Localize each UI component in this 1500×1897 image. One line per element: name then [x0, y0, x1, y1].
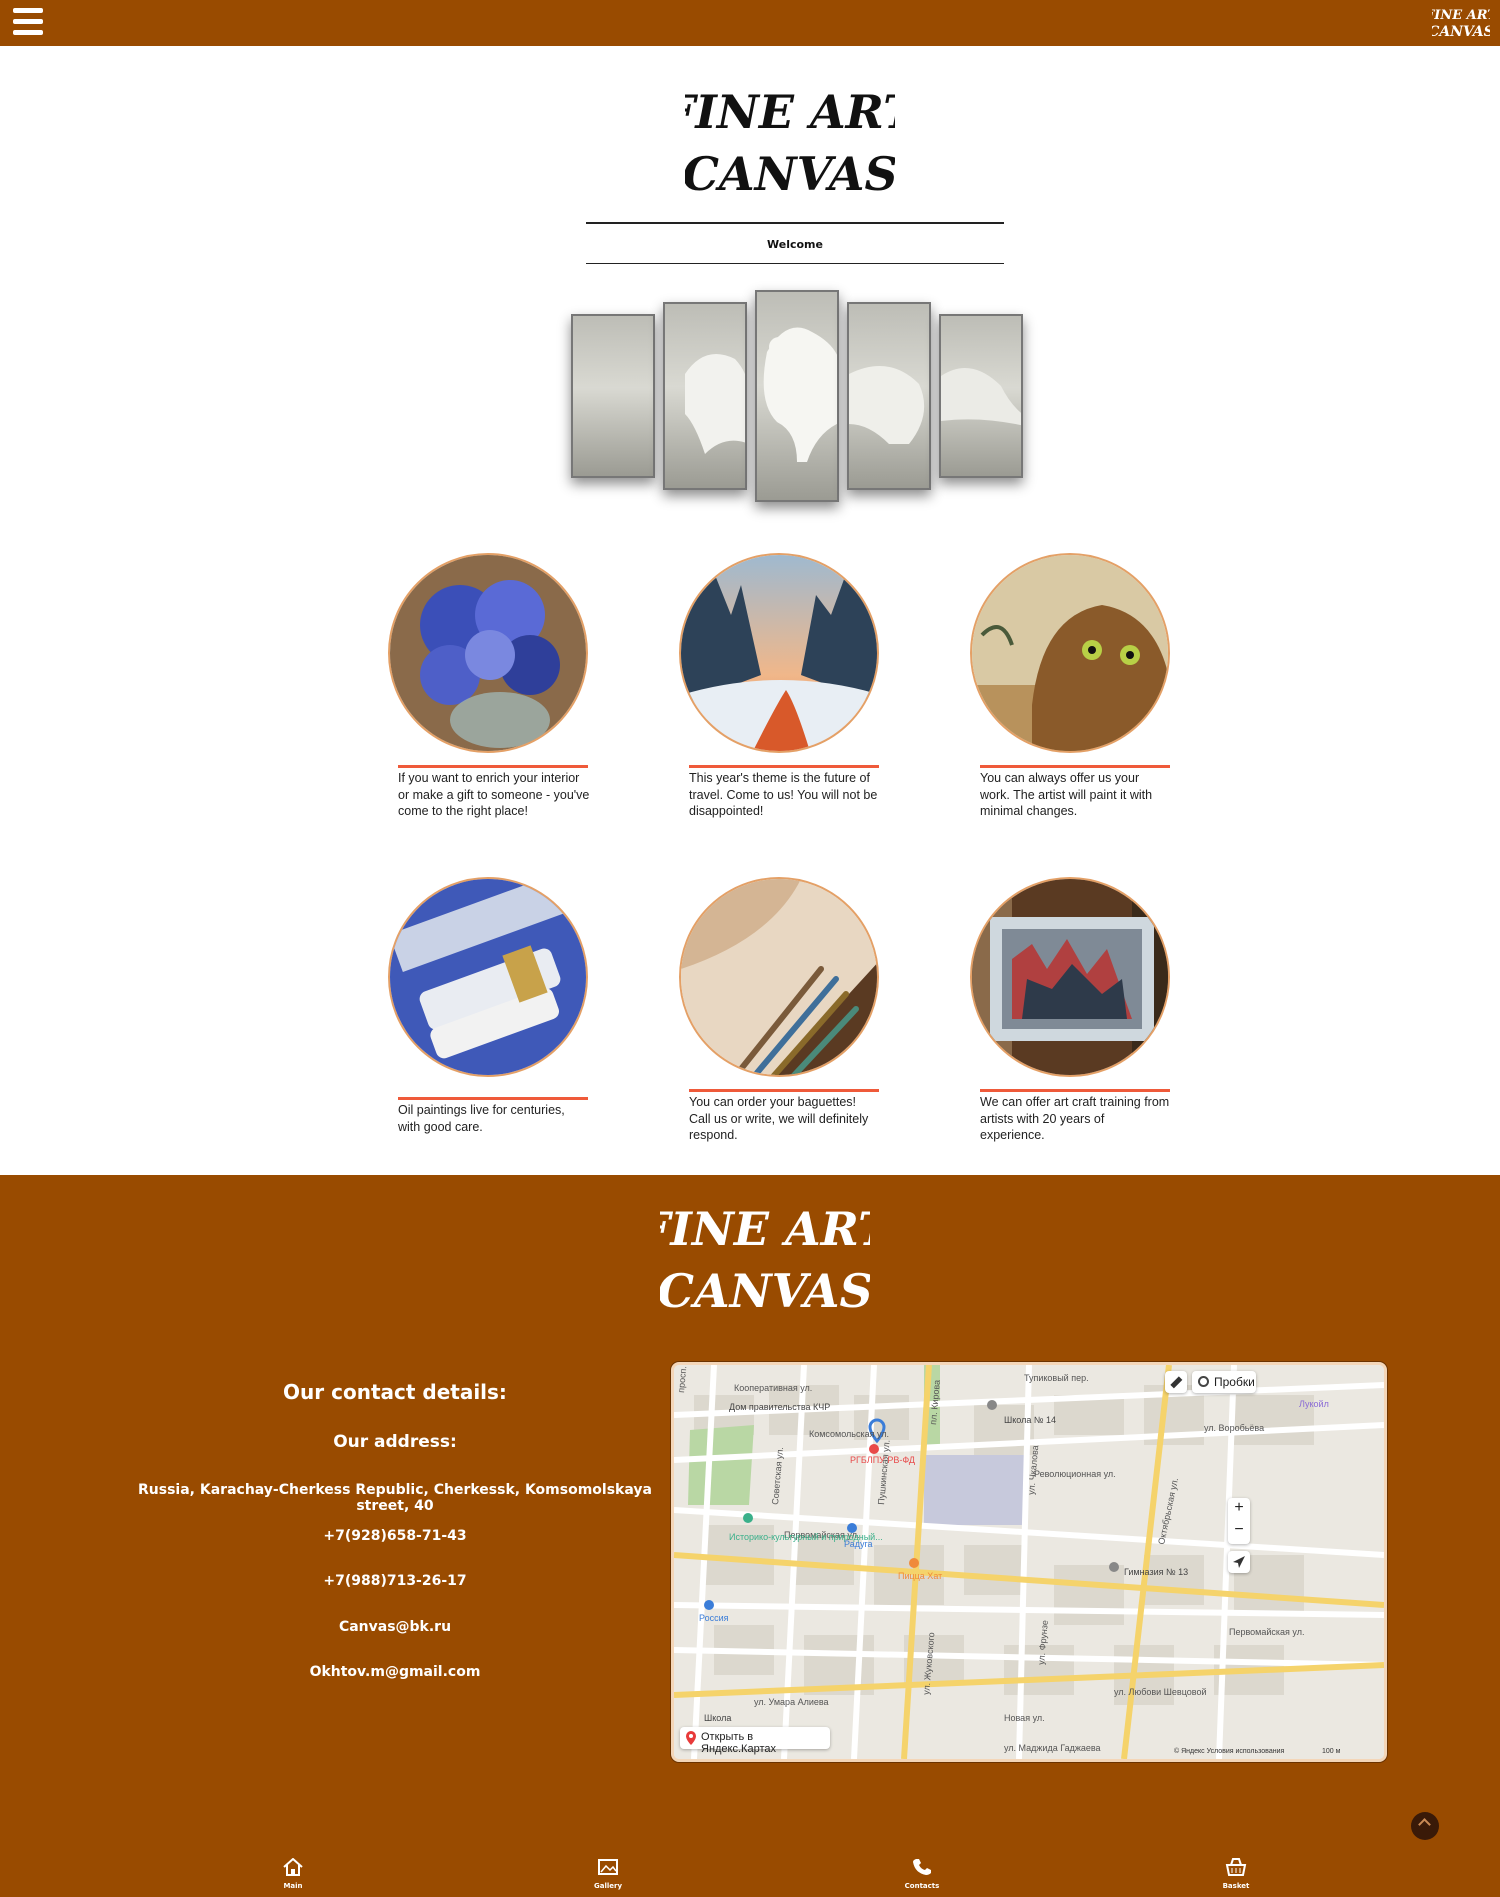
- map-street-label: Первомайская ул.: [1229, 1627, 1304, 1637]
- phone-2[interactable]: +7(988)713-26-17: [110, 1573, 680, 1589]
- email-1[interactable]: Canvas@bk.ru: [110, 1619, 680, 1635]
- nav-label: Basket: [1222, 1882, 1250, 1890]
- map-pin-icon: [686, 1731, 696, 1745]
- gallery-icon: [598, 1859, 618, 1875]
- footer: FINE ART CANVAS Our contact details: Our…: [0, 1175, 1500, 1897]
- home-icon: [283, 1857, 303, 1876]
- footer-logo-line2: CANVAS: [660, 1264, 870, 1318]
- painting-panel-4: [847, 302, 931, 490]
- address-title: Our address:: [333, 1432, 457, 1452]
- map-place-label: Радуга: [844, 1539, 873, 1549]
- card-image-brushes[interactable]: [679, 877, 879, 1077]
- map-place-label: РГБЛПУ РВ-ФД: [850, 1455, 915, 1465]
- contact-title: Our contact details:: [283, 1380, 507, 1404]
- traffic-label: Пробки: [1214, 1375, 1255, 1389]
- card-text: You can always offer us your work. The a…: [980, 771, 1153, 818]
- phone-icon: [913, 1859, 931, 1875]
- info-card: We can offer art craft training from art…: [970, 877, 1170, 1147]
- nav-main[interactable]: Main: [263, 1857, 323, 1890]
- map-place-label: Гимназия № 13: [1124, 1567, 1188, 1577]
- map-street-label: Революционная ул.: [1034, 1469, 1116, 1479]
- yandex-map[interactable]: Кооперативная ул. Комсомольская ул. Перв…: [671, 1362, 1387, 1762]
- card-divider: [980, 1089, 1170, 1092]
- map-street-label: ул. Маджида Гаджаева: [1004, 1743, 1101, 1753]
- top-logo[interactable]: FINE ART CANVAS: [1432, 3, 1490, 41]
- nav-gallery[interactable]: Gallery: [578, 1858, 638, 1890]
- painting-panel-5: [939, 314, 1023, 478]
- traffic-icon: [1198, 1376, 1209, 1387]
- top-logo-line1: FINE ART: [1432, 8, 1490, 23]
- map-place-label: Пицца Хат: [898, 1571, 942, 1581]
- card-image-blue-flowers[interactable]: [388, 553, 588, 753]
- info-card: You can always offer us your work. The a…: [970, 553, 1170, 823]
- map-street-label: ул. Воробьёва: [1204, 1423, 1264, 1433]
- traffic-button[interactable]: Пробки: [1192, 1371, 1256, 1393]
- map-street-label: Тупиковый пер.: [1024, 1373, 1089, 1383]
- ruler-icon[interactable]: [1165, 1371, 1187, 1393]
- map-place-label: Россия: [699, 1613, 729, 1623]
- map-street-label: ул. Умара Алиева: [754, 1697, 829, 1707]
- phone-1[interactable]: +7(928)658-71-43: [110, 1528, 680, 1544]
- map-street-label: Комсомольская ул.: [809, 1429, 889, 1439]
- map-scale: 100 м: [1322, 1748, 1341, 1755]
- card-image-oil-paint-tubes[interactable]: [388, 877, 588, 1077]
- info-card: Oil paintings live for centuries, with g…: [388, 877, 588, 1147]
- nav-basket[interactable]: Basket: [1206, 1858, 1266, 1890]
- open-in-yandex-label: Открыть в Яндекс.Картах: [701, 1731, 776, 1755]
- open-in-yandex-link[interactable]: Открыть в Яндекс.Картах: [680, 1727, 830, 1755]
- map-street-label: ул. Любови Шевцовой: [1114, 1687, 1207, 1697]
- nav-label: Main: [283, 1882, 303, 1890]
- map-canvas[interactable]: Кооперативная ул. Комсомольская ул. Перв…: [674, 1365, 1384, 1759]
- map-place-label: Дом правительства КЧР: [729, 1402, 830, 1412]
- top-bar: FINE ART CANVAS: [0, 0, 1500, 46]
- geolocation-icon[interactable]: [1228, 1551, 1250, 1573]
- map-street-label: Новая ул.: [1004, 1713, 1045, 1723]
- info-card: You can order your baguettes! Call us or…: [679, 877, 879, 1147]
- info-card: This year's theme is the future of trave…: [679, 553, 879, 823]
- top-logo-line2: CANVAS: [1432, 24, 1490, 40]
- map-street-label: Кооперативная ул.: [734, 1383, 812, 1393]
- welcome-banner: Welcome: [586, 222, 1004, 264]
- card-text: This year's theme is the future of trave…: [689, 771, 878, 818]
- nav-contacts[interactable]: Contacts: [892, 1858, 952, 1890]
- zoom-control[interactable]: + −: [1228, 1498, 1250, 1544]
- scroll-to-top-button[interactable]: [1411, 1812, 1439, 1840]
- card-divider: [689, 765, 879, 768]
- hamburger-icon[interactable]: [13, 8, 43, 36]
- painting-panel-2: [663, 302, 747, 490]
- hero-logo-line2: CANVAS: [685, 147, 895, 201]
- nav-label: Gallery: [593, 1882, 623, 1890]
- hero-logo: FINE ART CANVAS: [685, 85, 895, 201]
- email-2[interactable]: Okhtov.m@gmail.com: [110, 1664, 680, 1680]
- basket-icon: [1225, 1858, 1247, 1876]
- footer-logo: FINE ART CANVAS: [660, 1202, 870, 1318]
- card-divider: [398, 765, 588, 768]
- nav-label: Contacts: [904, 1882, 940, 1890]
- modular-horse-painting: [565, 288, 1027, 508]
- info-card: If you want to enrich your interior or m…: [388, 553, 590, 823]
- painting-panel-3: [755, 290, 839, 502]
- card-divider: [689, 1089, 879, 1092]
- card-text: Oil paintings live for centuries, with g…: [398, 1103, 565, 1134]
- zoom-out-icon[interactable]: −: [1228, 1521, 1250, 1539]
- address-text: Russia, Karachay-Cherkess Republic, Cher…: [138, 1482, 652, 1514]
- map-place-label: Школа № 14: [1004, 1415, 1056, 1425]
- card-divider: [980, 765, 1170, 768]
- card-text: We can offer art craft training from art…: [980, 1095, 1170, 1142]
- map-place-label: Лукойл: [1299, 1399, 1329, 1409]
- card-text: You can order your baguettes! Call us or…: [689, 1095, 869, 1142]
- welcome-text: Welcome: [767, 238, 823, 251]
- footer-logo-line1: FINE ART: [660, 1202, 870, 1256]
- card-image-winter-sunset[interactable]: [679, 553, 879, 753]
- card-text: If you want to enrich your interior or m…: [398, 771, 590, 818]
- hero-logo-line1: FINE ART: [685, 85, 895, 139]
- card-image-framed-painting[interactable]: [970, 877, 1170, 1077]
- zoom-in-icon[interactable]: +: [1228, 1499, 1250, 1517]
- map-place-label: Школа: [704, 1713, 731, 1723]
- map-copyright: © Яндекс Условия использования: [1174, 1747, 1284, 1755]
- painting-panel-1: [571, 314, 655, 478]
- card-divider: [398, 1097, 588, 1100]
- card-image-cat[interactable]: [970, 553, 1170, 753]
